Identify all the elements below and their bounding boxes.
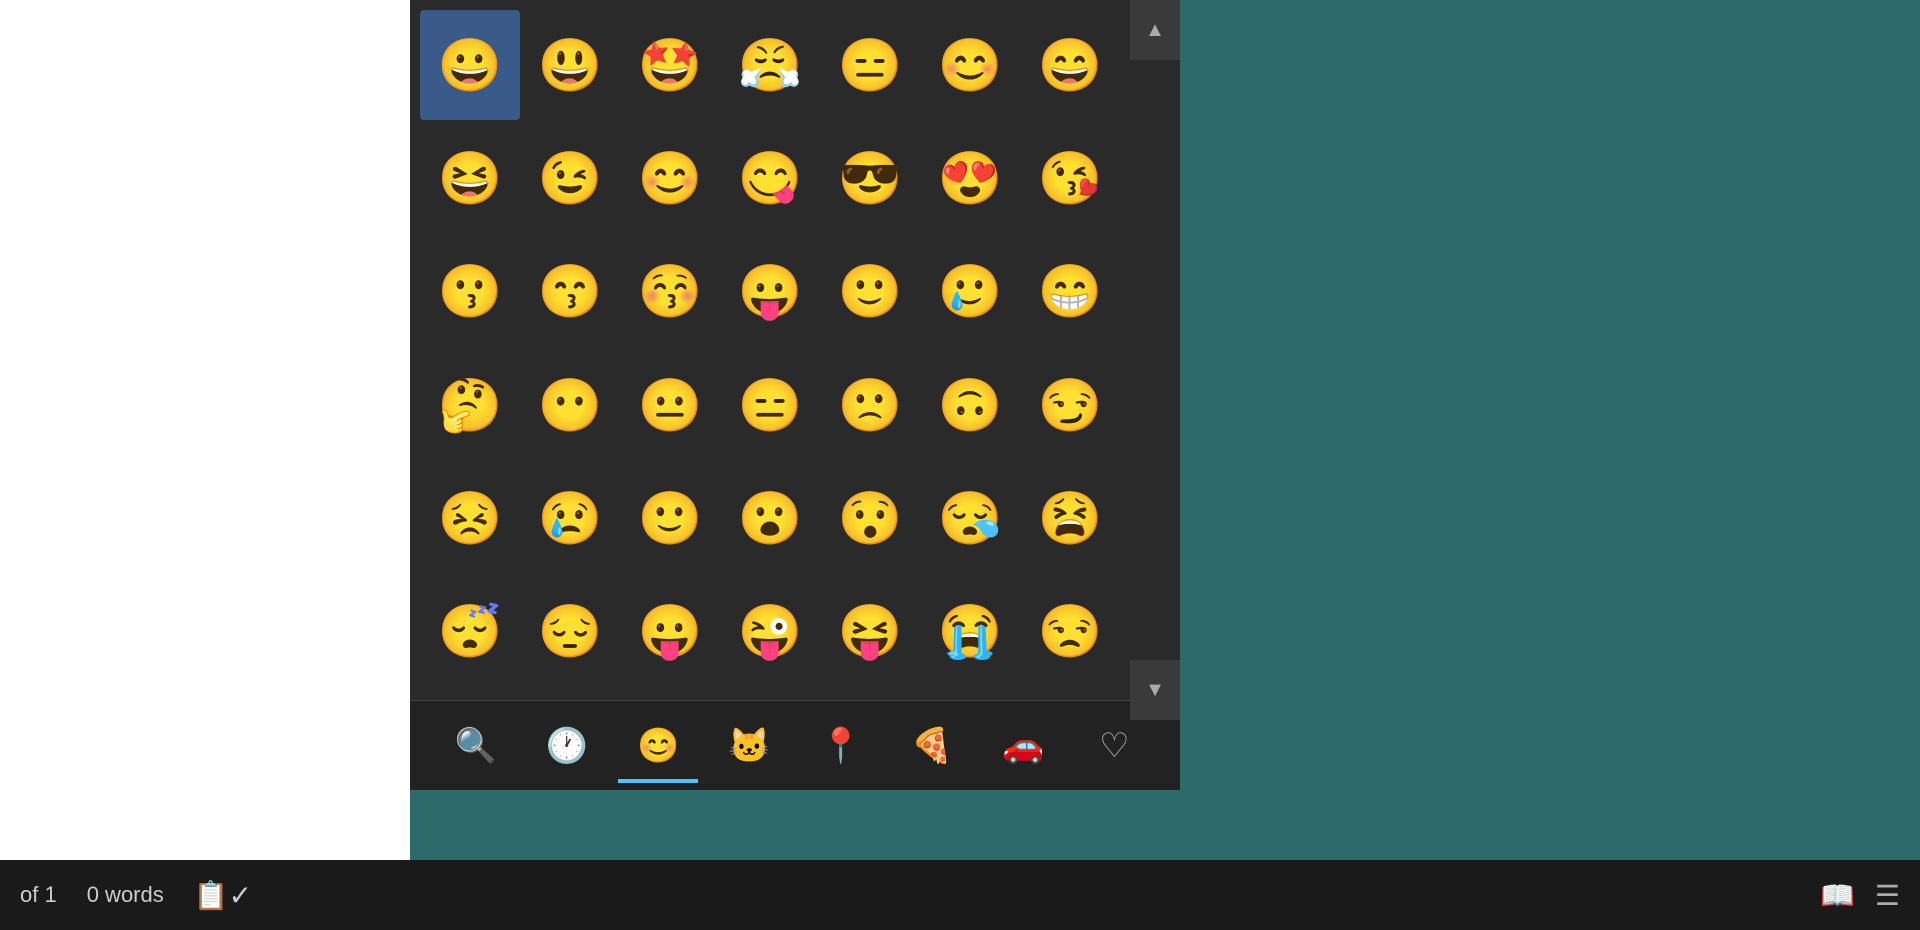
emoji-cell[interactable]: 😑 xyxy=(820,10,920,120)
status-right-icons: 📖 ☰ xyxy=(1820,879,1900,912)
emoji-cell[interactable]: 🙁 xyxy=(820,350,920,460)
category-symbols[interactable]: ♡ xyxy=(1074,711,1154,781)
emoji-cell[interactable]: 😑 xyxy=(720,350,820,460)
emoji-cell[interactable]: 🤔 xyxy=(420,350,520,460)
lines-icon: ☰ xyxy=(1875,879,1900,912)
emoji-cell[interactable]: 🥲 xyxy=(920,237,1020,347)
emoji-cell[interactable]: 🙂 xyxy=(620,463,720,573)
emoji-cell[interactable]: 😉 xyxy=(520,123,620,233)
scroll-up-button[interactable]: ▲ xyxy=(1130,0,1180,60)
emoji-cell[interactable]: 😒 xyxy=(1020,577,1120,687)
emoji-cell[interactable]: 😢 xyxy=(520,463,620,573)
emoji-cell[interactable]: 😛 xyxy=(620,577,720,687)
category-recent[interactable]: 🕐 xyxy=(527,711,607,781)
emoji-cell[interactable]: 😴 xyxy=(420,577,520,687)
emoji-cell[interactable]: 😍 xyxy=(920,123,1020,233)
category-animals[interactable]: 🐱 xyxy=(709,711,789,781)
emoji-cell[interactable]: 😚 xyxy=(620,237,720,347)
emoji-cell[interactable]: 🙃 xyxy=(920,350,1020,460)
emoji-cell[interactable]: 😤 xyxy=(720,10,820,120)
category-objects[interactable]: 🚗 xyxy=(983,711,1063,781)
document-page xyxy=(0,0,410,860)
emoji-cell[interactable]: 🤩 xyxy=(620,10,720,120)
emoji-grid: 😀😃🤩😤😑😊😄😆😉😊😋😎😍😘😗😙😚😛🙂🥲😁🤔😶😐😑🙁🙃😏😣😢🙂😮😯😪😫😴😔😛😜😝… xyxy=(410,0,1180,700)
emoji-cell[interactable]: 😁 xyxy=(1020,237,1120,347)
emoji-cell[interactable]: 😄 xyxy=(1020,10,1120,120)
emoji-cell[interactable]: 😋 xyxy=(720,123,820,233)
status-bar: of 1 0 words 📋✓ 📖 ☰ xyxy=(0,860,1920,930)
emoji-cell[interactable]: 🙂 xyxy=(820,237,920,347)
book-icon: 📖 xyxy=(1820,879,1855,912)
page-info: of 1 xyxy=(20,882,57,908)
category-food[interactable]: 🍕 xyxy=(892,711,972,781)
emoji-cell[interactable]: 😀 xyxy=(420,10,520,120)
emoji-cell[interactable]: 😆 xyxy=(420,123,520,233)
emoji-cell[interactable]: 😎 xyxy=(820,123,920,233)
category-bar: 🔍🕐😊🐱📍🍕🚗♡ xyxy=(410,700,1180,790)
emoji-cell[interactable]: 😊 xyxy=(620,123,720,233)
emoji-cell[interactable]: 😝 xyxy=(820,577,920,687)
emoji-picker: ▲ 😀😃🤩😤😑😊😄😆😉😊😋😎😍😘😗😙😚😛🙂🥲😁🤔😶😐😑🙁🙃😏😣😢🙂😮😯😪😫😴😔😛… xyxy=(410,0,1180,790)
word-count: 0 words xyxy=(87,882,164,908)
emoji-cell[interactable]: 😶 xyxy=(520,350,620,460)
checkbox-icon: 📋✓ xyxy=(194,879,252,912)
emoji-cell[interactable]: 😐 xyxy=(620,350,720,460)
emoji-cell[interactable]: 😪 xyxy=(920,463,1020,573)
chevron-down-icon: ▼ xyxy=(1145,679,1165,702)
emoji-cell[interactable]: 😫 xyxy=(1020,463,1120,573)
emoji-cell[interactable]: 😔 xyxy=(520,577,620,687)
emoji-cell[interactable]: 😗 xyxy=(420,237,520,347)
emoji-cell[interactable]: 😮 xyxy=(720,463,820,573)
emoji-cell[interactable]: 😊 xyxy=(920,10,1020,120)
emoji-cell[interactable]: 😃 xyxy=(520,10,620,120)
chevron-up-icon: ▲ xyxy=(1145,19,1165,42)
emoji-cell[interactable]: 😯 xyxy=(820,463,920,573)
emoji-cell[interactable]: 😛 xyxy=(720,237,820,347)
category-smileys[interactable]: 😊 xyxy=(618,711,698,781)
emoji-cell[interactable]: 😣 xyxy=(420,463,520,573)
emoji-cell[interactable]: 😜 xyxy=(720,577,820,687)
category-travel[interactable]: 📍 xyxy=(801,711,881,781)
emoji-cell[interactable]: 😙 xyxy=(520,237,620,347)
emoji-cell[interactable]: 😭 xyxy=(920,577,1020,687)
emoji-cell[interactable]: 😘 xyxy=(1020,123,1120,233)
category-search[interactable]: 🔍 xyxy=(436,711,516,781)
emoji-cell[interactable]: 😏 xyxy=(1020,350,1120,460)
